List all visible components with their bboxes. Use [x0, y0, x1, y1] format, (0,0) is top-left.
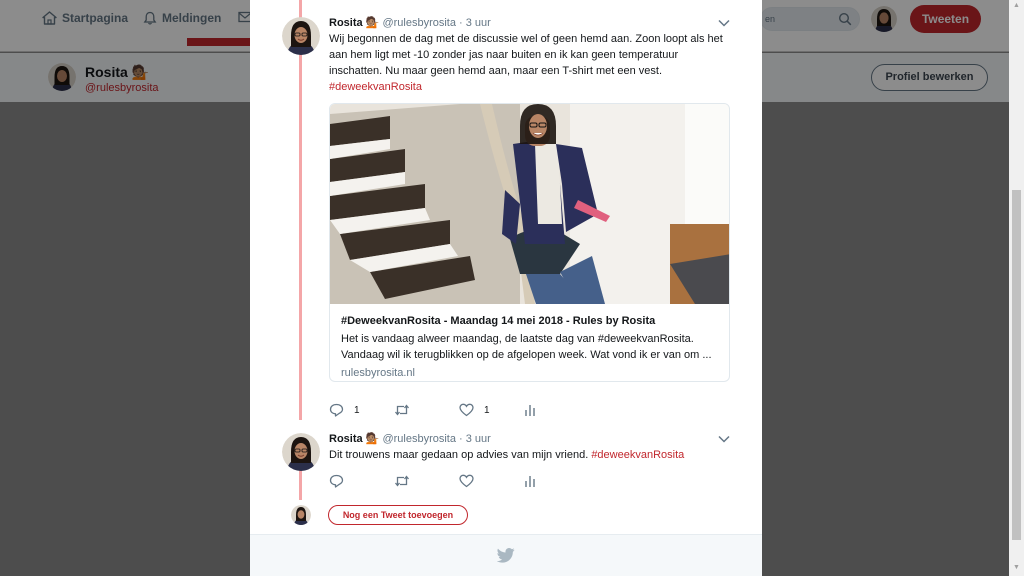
twitter-bird-icon [497, 548, 515, 563]
tweet-thread-modal: Rosita 💁🏽 @rulesbyrosita · 3 uur Wij beg… [250, 0, 762, 576]
composer-avatar [291, 505, 311, 525]
card-title: #DeweekvanRosita - Maandag 14 mei 2018 -… [341, 315, 656, 327]
like-button[interactable] [459, 473, 484, 489]
tweet-actions: 1 1 [329, 402, 549, 418]
chevron-down-icon[interactable] [717, 434, 731, 444]
tweet-header: Rosita 💁🏽 @rulesbyrosita · 3 uur [329, 16, 491, 29]
analytics-button[interactable] [524, 473, 536, 489]
tweet-body: Wij begonnen de dag met de discussie wel… [329, 33, 723, 77]
reply-button[interactable]: 1 [329, 402, 360, 418]
scroll-up-icon[interactable]: ▲ [1013, 2, 1020, 9]
link-preview-card[interactable]: #DeweekvanRosita - Maandag 14 mei 2018 -… [329, 103, 730, 382]
analytics-button[interactable] [524, 402, 536, 418]
card-image [330, 104, 729, 304]
retweet-button[interactable] [394, 402, 420, 418]
reply-icon [329, 474, 344, 488]
tweet-author-name[interactable]: Rosita 💁🏽 [329, 433, 379, 445]
modal-footer [250, 534, 762, 576]
reply-icon [329, 403, 344, 417]
card-url: rulesbyrosita.nl [341, 367, 415, 379]
scroll-down-icon[interactable]: ▼ [1013, 564, 1020, 571]
tweet-avatar[interactable] [282, 17, 320, 55]
tweet-text: Dit trouwens maar gedaan op advies van m… [329, 447, 733, 463]
like-button[interactable]: 1 [459, 402, 490, 418]
reply-button[interactable] [329, 473, 354, 489]
scrollbar-thumb[interactable] [1012, 190, 1021, 540]
tweet-avatar[interactable] [282, 433, 320, 471]
tweet-meta[interactable]: @rulesbyrosita · 3 uur [382, 433, 490, 445]
add-another-tweet-button[interactable]: Nog een Tweet toevoegen [328, 505, 468, 525]
like-count: 1 [484, 404, 490, 416]
reply-count: 1 [354, 404, 360, 416]
analytics-icon [525, 476, 535, 487]
hashtag-link[interactable]: #deweekvanRosita [591, 449, 684, 461]
tweet-body: Dit trouwens maar gedaan op advies van m… [329, 449, 589, 461]
retweet-icon [394, 475, 410, 487]
tweet-actions [329, 473, 549, 489]
card-description: Het is vandaag alweer maandag, de laatst… [341, 333, 712, 361]
like-icon [459, 474, 474, 488]
add-tweet-row: Nog een Tweet toevoegen [250, 503, 762, 527]
tweet-author-name[interactable]: Rosita 💁🏽 [329, 17, 379, 29]
retweet-button[interactable] [394, 473, 420, 489]
tweet-text: Wij begonnen de dag met de discussie wel… [329, 31, 733, 95]
scrollbar[interactable]: ▲ ▼ [1009, 0, 1024, 576]
thread-line [299, 470, 302, 500]
analytics-icon [525, 405, 535, 416]
tweet-header: Rosita 💁🏽 @rulesbyrosita · 3 uur [329, 432, 491, 445]
chevron-down-icon[interactable] [717, 18, 731, 28]
thread-line [299, 0, 302, 420]
hashtag-link[interactable]: #deweekvanRosita [329, 81, 422, 93]
tweet-meta[interactable]: @rulesbyrosita · 3 uur [382, 17, 490, 29]
retweet-icon [394, 404, 410, 416]
like-icon [459, 403, 474, 417]
